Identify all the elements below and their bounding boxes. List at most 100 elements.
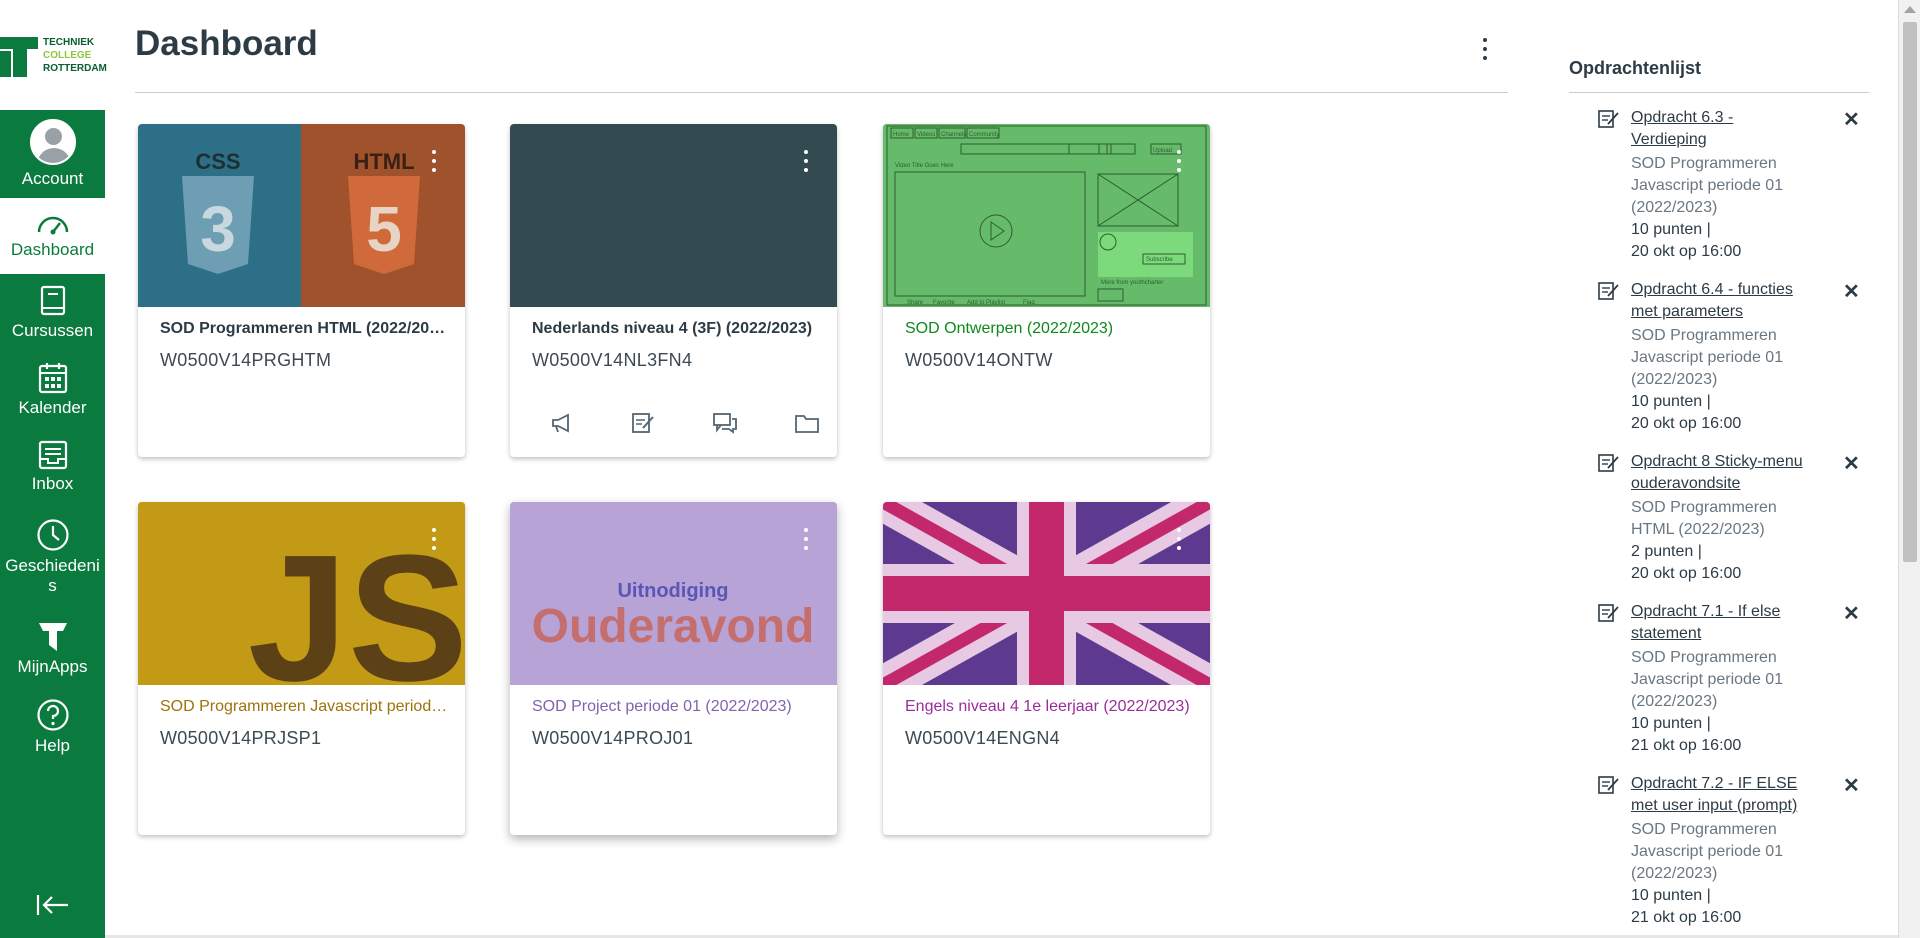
course-card-image bbox=[883, 502, 1210, 685]
svg-text:Community: Community bbox=[969, 132, 999, 138]
clock-icon bbox=[36, 519, 69, 551]
course-card-title[interactable]: Nederlands niveau 4 (3F) (2022/2023) bbox=[532, 320, 822, 338]
svg-text:Upload: Upload bbox=[1153, 148, 1172, 154]
course-card-code: W0500V14PRGHTM bbox=[160, 350, 332, 370]
nav-account-label: Account bbox=[21, 169, 84, 188]
scroll-up-arrow-icon[interactable] bbox=[1904, 6, 1916, 13]
course-card[interactable]: JS SOD Programmeren Javascript periode 0… bbox=[138, 502, 465, 835]
close-icon[interactable]: ✕ bbox=[1843, 451, 1860, 476]
card-options-kebab-icon[interactable] bbox=[429, 528, 439, 554]
svg-text:3: 3 bbox=[200, 193, 236, 265]
files-folder-icon[interactable] bbox=[794, 412, 820, 439]
assignment-icon bbox=[1598, 604, 1619, 622]
todo-assignment-link[interactable]: Opdracht 6.3 - Verdieping bbox=[1631, 107, 1831, 151]
close-icon[interactable]: ✕ bbox=[1843, 773, 1860, 798]
svg-text:Add to Playlist: Add to Playlist bbox=[967, 300, 1005, 306]
course-card[interactable]: Nederlands niveau 4 (3F) (2022/2023) W05… bbox=[510, 124, 837, 457]
collapse-nav-button[interactable] bbox=[0, 893, 105, 921]
todo-item: Opdracht 6.3 - Verdieping SOD Programmere… bbox=[1598, 107, 1878, 267]
school-logo[interactable]: TECHNIEK COLLEGE ROTTERDAM bbox=[0, 0, 107, 110]
svg-text:5: 5 bbox=[366, 193, 402, 265]
course-card-code: W0500V14ENGN4 bbox=[905, 728, 1060, 748]
svg-text:Home: Home bbox=[893, 132, 910, 138]
close-icon[interactable]: ✕ bbox=[1843, 279, 1860, 304]
course-card-code: W0500V14ONTW bbox=[905, 350, 1053, 370]
card-options-kebab-icon[interactable] bbox=[801, 528, 811, 554]
nav-history-label-line2: s bbox=[48, 576, 57, 595]
todo-course-name: SOD Programmeren Javascript periode 01 (20… bbox=[1631, 649, 1784, 710]
nav-apps[interactable]: MijnApps bbox=[0, 619, 105, 677]
nav-courses[interactable]: Cursussen bbox=[0, 285, 105, 341]
course-card[interactable]: Home Videos Channels Community Video Tit… bbox=[883, 124, 1210, 457]
card-options-kebab-icon[interactable] bbox=[1174, 528, 1184, 554]
todo-course-name: SOD Programmeren Javascript periode 01 (20… bbox=[1631, 327, 1784, 388]
todo-divider bbox=[1569, 92, 1869, 93]
todo-due-date: 20 okt op 16:00 bbox=[1631, 243, 1742, 260]
book-icon bbox=[40, 285, 65, 316]
course-card-title[interactable]: SOD Programmeren HTML (2022/2023) bbox=[160, 320, 450, 338]
header-divider bbox=[135, 92, 1508, 93]
course-card-code: W0500V14PROJ01 bbox=[532, 728, 694, 748]
card-options-kebab-icon[interactable] bbox=[1174, 150, 1184, 176]
card-action-bar bbox=[540, 412, 819, 439]
assignment-icon bbox=[1598, 282, 1619, 300]
nav-apps-label: MijnApps bbox=[17, 657, 88, 676]
page-scrollbar[interactable] bbox=[1898, 0, 1920, 938]
assignment-icon bbox=[1598, 110, 1619, 128]
nav-dashboard[interactable]: Dashboard bbox=[0, 198, 105, 274]
course-card-title[interactable]: SOD Programmeren Javascript periode 01 (… bbox=[160, 698, 450, 716]
todo-item: Opdracht 7.1 - If else statement SOD Prog… bbox=[1598, 601, 1878, 761]
course-card[interactable]: CSS 3 HTML 5 SOD Programmeren HTML (2022… bbox=[138, 124, 465, 457]
course-card[interactable]: Engels niveau 4 1e leerjaar (2022/2023) … bbox=[883, 502, 1210, 835]
card-options-kebab-icon[interactable] bbox=[801, 150, 811, 176]
todo-item: Opdracht 7.2 - IF ELSE met user input (pr… bbox=[1598, 773, 1878, 933]
dashboard-icon bbox=[37, 216, 68, 235]
todo-course-name: SOD Programmeren Javascript periode 01 (20… bbox=[1631, 155, 1784, 216]
course-card[interactable]: Uitnodiging Ouderavond SOD Project perio… bbox=[510, 502, 837, 835]
nav-history-label-line1: Geschiedeni bbox=[5, 556, 100, 575]
dashboard-options-kebab-icon[interactable] bbox=[1480, 38, 1490, 64]
card-options-kebab-icon[interactable] bbox=[429, 150, 439, 176]
todo-due-date: 21 okt op 16:00 bbox=[1631, 737, 1742, 754]
todo-assignment-link[interactable]: Opdracht 7.2 - IF ELSE met user input (pr… bbox=[1631, 773, 1831, 817]
svg-text:Video Title Goes Here: Video Title Goes Here bbox=[895, 163, 954, 169]
todo-points: 10 punten | bbox=[1631, 393, 1711, 410]
course-card-title[interactable]: SOD Ontwerpen (2022/2023) bbox=[905, 320, 1195, 338]
todo-due-date: 20 okt op 16:00 bbox=[1631, 415, 1742, 432]
svg-text:Videos: Videos bbox=[917, 132, 935, 138]
course-card-image bbox=[510, 124, 837, 307]
todo-item: Opdracht 6.4 - functies met parameters SO… bbox=[1598, 279, 1878, 439]
assignments-icon[interactable] bbox=[631, 412, 655, 439]
page-title: Dashboard bbox=[135, 24, 318, 63]
course-card-code: W0500V14PRJSP1 bbox=[160, 728, 322, 748]
course-card-title[interactable]: SOD Project periode 01 (2022/2023) bbox=[532, 698, 822, 716]
close-icon[interactable]: ✕ bbox=[1843, 601, 1860, 626]
todo-assignment-link[interactable]: Opdracht 6.4 - functies met parameters bbox=[1631, 279, 1831, 323]
todo-item: Opdracht 8 Sticky-menu ouderavondsite SOD… bbox=[1598, 451, 1878, 589]
nav-account[interactable]: Account bbox=[0, 119, 105, 189]
todo-assignment-link[interactable]: Opdracht 7.1 - If else statement bbox=[1631, 601, 1831, 645]
nav-help[interactable]: Help bbox=[0, 698, 105, 756]
nav-inbox-label: Inbox bbox=[31, 474, 74, 493]
close-icon[interactable]: ✕ bbox=[1843, 107, 1860, 132]
todo-due-date: 21 okt op 16:00 bbox=[1631, 909, 1742, 926]
course-card-title[interactable]: Engels niveau 4 1e leerjaar (2022/2023) bbox=[905, 698, 1195, 716]
todo-assignment-link[interactable]: Opdracht 8 Sticky-menu ouderavondsite bbox=[1631, 451, 1831, 495]
announcements-icon[interactable] bbox=[550, 412, 574, 439]
nav-calendar[interactable]: Kalender bbox=[0, 362, 105, 418]
assignment-icon bbox=[1598, 454, 1619, 472]
nav-inbox[interactable]: Inbox bbox=[0, 440, 105, 494]
scrollbar-thumb[interactable] bbox=[1903, 22, 1917, 562]
calendar-icon bbox=[38, 363, 67, 394]
help-icon bbox=[36, 699, 69, 731]
nav-calendar-label: Kalender bbox=[18, 398, 87, 417]
nav-history[interactable]: Geschiedeni s bbox=[0, 518, 105, 596]
discussions-icon[interactable] bbox=[712, 412, 738, 439]
course-card-image: CSS 3 HTML 5 bbox=[138, 124, 465, 307]
course-card-image: Home Videos Channels Community Video Tit… bbox=[883, 124, 1210, 307]
todo-points: 10 punten | bbox=[1631, 221, 1711, 238]
inbox-icon bbox=[38, 440, 67, 470]
todo-points: 10 punten | bbox=[1631, 887, 1711, 904]
svg-text:Uitnodiging: Uitnodiging bbox=[617, 580, 728, 602]
logo-mark bbox=[0, 37, 38, 77]
